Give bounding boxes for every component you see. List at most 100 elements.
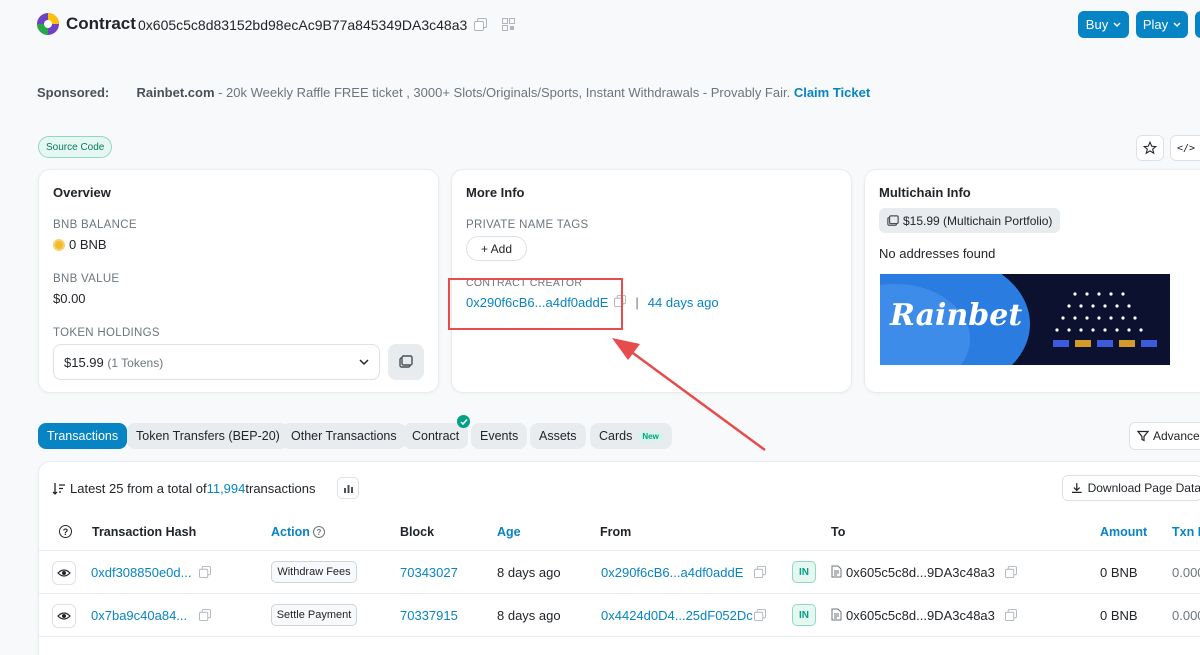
header-block: Block <box>400 525 435 539</box>
action-info-icon: ? <box>312 526 325 538</box>
creator-separator: | <box>635 295 639 310</box>
star-icon <box>1143 141 1157 155</box>
download-page-data-button[interactable]: Download Page Data <box>1062 475 1200 501</box>
copy-from-icon[interactable] <box>754 566 766 581</box>
code-icon: </> <box>1177 142 1196 154</box>
banner-dots-graphic <box>1053 292 1157 347</box>
qr-code-icon[interactable] <box>502 18 515 34</box>
annotation-arrow <box>612 338 766 452</box>
token-holdings-select[interactable]: $15.99 (1 Tokens) <box>53 344 380 380</box>
tx-hash[interactable]: 0x7ba9c40a84... <box>91 608 187 623</box>
contract-verified-icon <box>457 415 470 428</box>
buy-button[interactable]: Buy <box>1078 11 1129 38</box>
transactions-summary: Latest 25 from a total of 11,994 transac… <box>52 481 315 496</box>
tx-age: 8 days ago <box>497 565 561 580</box>
overview-card: Overview BNB BALANCE 0 BNB BNB VALUE $0.… <box>38 169 439 393</box>
copy-hash-icon[interactable] <box>199 609 211 624</box>
creator-tx-age[interactable]: 44 days ago <box>648 295 719 310</box>
eye-icon <box>57 612 71 620</box>
tab-transactions[interactable]: Transactions <box>38 423 128 449</box>
header-age[interactable]: Age <box>497 525 521 539</box>
source-code-badge[interactable]: Source Code <box>38 136 113 158</box>
advanced-filter-button[interactable]: Advance <box>1129 422 1200 450</box>
copy-hash-icon[interactable] <box>199 566 211 581</box>
tab-events[interactable]: Events <box>471 423 528 449</box>
copy-address-icon[interactable] <box>474 18 487 34</box>
more-info-title: More Info <box>466 185 525 200</box>
block-number[interactable]: 70337915 <box>400 608 458 623</box>
txn-fee: 0.000 <box>1172 608 1200 623</box>
multichain-title: Multichain Info <box>879 185 971 200</box>
sponsor-brand: Rainbet.com <box>136 85 215 100</box>
multichain-card: Multichain Info $15.99 (Multichain Portf… <box>864 169 1200 393</box>
chart-toggle-button[interactable] <box>337 477 359 499</box>
header-action[interactable]: Action ? <box>271 525 325 539</box>
rainbet-banner[interactable]: Rainbet <box>880 274 1170 365</box>
from-address[interactable]: 0x4424d0D4...25dF052Dc <box>601 608 753 623</box>
tab-token-transfers[interactable]: Token Transfers (BEP-20) <box>127 423 289 449</box>
block-number[interactable]: 70343027 <box>400 565 458 580</box>
bnb-balance-value: 0 BNB <box>53 237 107 252</box>
bnb-coin-icon <box>53 238 65 251</box>
contract-logo-icon <box>37 13 59 35</box>
tab-contract[interactable]: Contract <box>403 423 469 449</box>
tx-hash[interactable]: 0xdf308850e0d... <box>91 565 191 580</box>
filter-icon <box>1137 430 1149 442</box>
txn-fee: 0.000 <box>1172 565 1200 580</box>
table-row: 0x7ba9c40a84... Settle Payment 70337915 … <box>38 593 1200 636</box>
transactions-count[interactable]: 11,994 <box>207 481 246 496</box>
header-from: From <box>600 525 632 539</box>
page-title: Contract <box>66 14 136 33</box>
favorite-button[interactable] <box>1136 135 1164 161</box>
play-button[interactable]: Play <box>1136 11 1188 38</box>
chevron-down-icon <box>359 358 369 365</box>
no-addresses-text: No addresses found <box>879 246 996 261</box>
claim-ticket-link[interactable]: Claim Ticket <box>794 85 870 100</box>
contract-address: 0x605c5c8d83152bd98ecAc9B77a845349DA3c48… <box>138 17 468 33</box>
table-row <box>38 636 1200 655</box>
copy-from-icon[interactable] <box>754 609 766 624</box>
view-details-button[interactable] <box>52 604 76 628</box>
header-txn-fee[interactable]: Txn F <box>1172 525 1200 539</box>
copy-to-icon[interactable] <box>1005 566 1017 581</box>
overview-title: Overview <box>53 185 111 200</box>
to-address: 0x605c5c8d...9DA3c48a3 <box>846 565 995 580</box>
sort-icon <box>52 482 65 495</box>
portfolio-icon <box>887 214 899 226</box>
from-address[interactable]: 0x290f6cB6...a4df0addE <box>601 565 743 580</box>
method-badge: Withdraw Fees <box>271 561 357 583</box>
direction-badge: IN <box>792 604 816 626</box>
annotation-highlight-box <box>448 278 623 330</box>
chevron-down-icon <box>1113 21 1121 27</box>
code-view-button[interactable]: </> <box>1170 135 1200 161</box>
view-details-button[interactable] <box>52 561 76 585</box>
help-icon[interactable]: ? <box>59 525 72 538</box>
header-amount[interactable]: Amount <box>1100 525 1147 539</box>
table-row: 0xdf308850e0d... Withdraw Fees 70343027 … <box>38 550 1200 593</box>
add-name-tag-button[interactable]: + Add <box>466 236 528 261</box>
method-badge: Settle Payment <box>271 604 357 626</box>
bnb-balance-label: BNB BALANCE <box>53 219 137 231</box>
tab-other-transactions[interactable]: Other Transactions <box>282 423 406 449</box>
private-name-tags-label: PRIVATE NAME TAGS <box>466 219 589 231</box>
bnb-value: $0.00 <box>53 291 86 306</box>
tx-age: 8 days ago <box>497 608 561 623</box>
sponsor-text: - 20k Weekly Raffle FREE ticket , 3000+ … <box>214 85 794 100</box>
direction-badge: IN <box>792 561 816 583</box>
chevron-down-icon <box>1173 21 1181 27</box>
sponsored-bar: Sponsored: Rainbet.com - 20k Weekly Raff… <box>37 85 870 100</box>
token-holdings-label: TOKEN HOLDINGS <box>53 327 160 339</box>
tab-assets[interactable]: Assets <box>530 423 586 449</box>
contract-file-icon <box>831 608 842 624</box>
more-menu-button[interactable] <box>1195 11 1200 38</box>
download-icon <box>1071 483 1082 493</box>
contract-logo <box>37 13 59 35</box>
sponsored-label: Sponsored: <box>37 85 110 100</box>
banner-brand: Rainbet <box>890 298 1023 333</box>
multichain-portfolio-button[interactable]: $15.99 (Multichain Portfolio) <box>879 208 1061 233</box>
token-portfolio-button[interactable] <box>388 344 424 380</box>
copy-to-icon[interactable] <box>1005 609 1017 624</box>
amount: 0 BNB <box>1100 565 1138 580</box>
to-address: 0x605c5c8d...9DA3c48a3 <box>846 608 995 623</box>
eye-icon <box>57 569 71 577</box>
